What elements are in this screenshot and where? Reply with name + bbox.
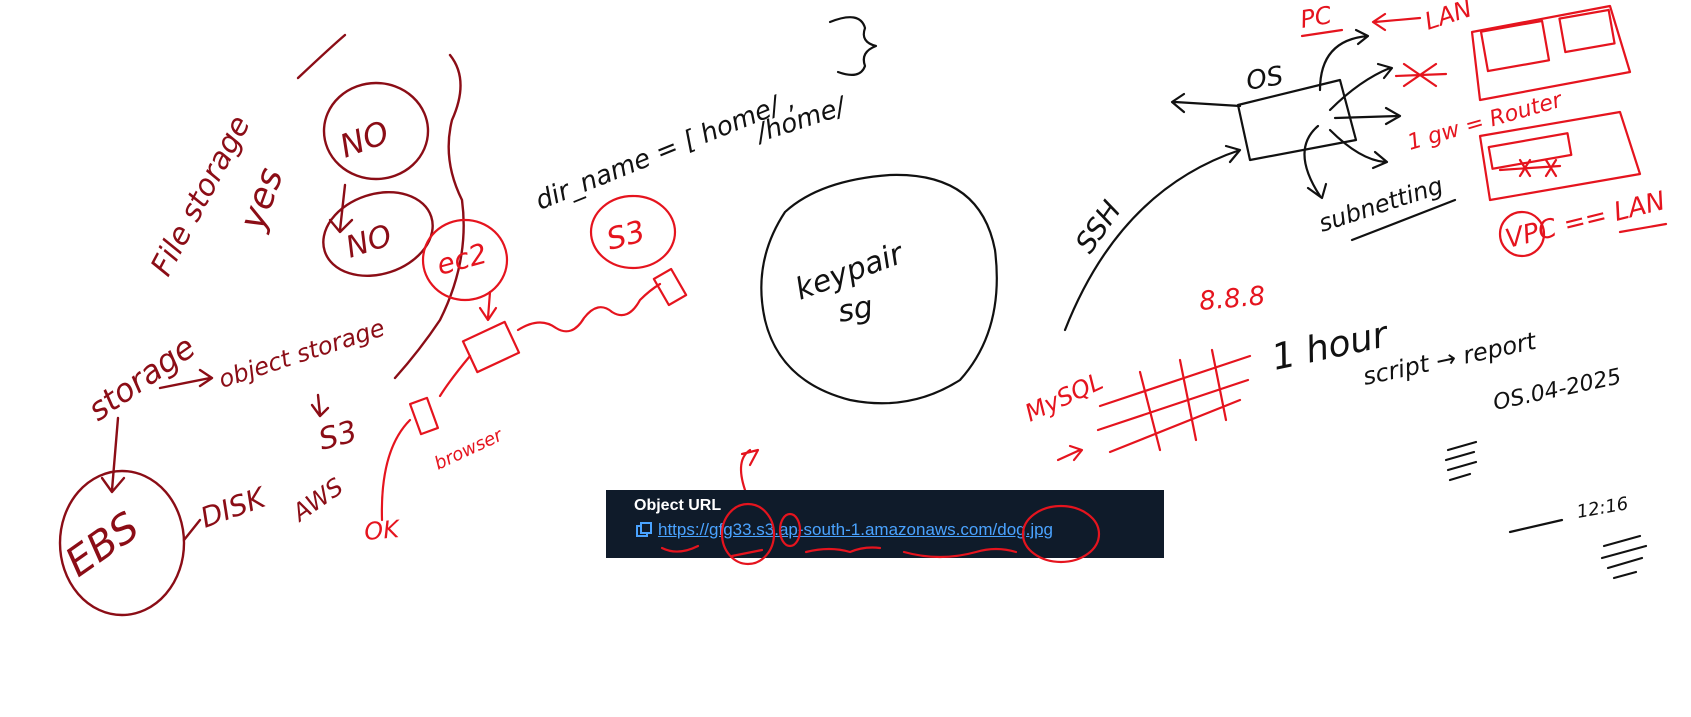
- note-ebs: EBS: [57, 504, 147, 586]
- note-no-1: NO: [335, 113, 394, 166]
- note-dir-name: dir_name = [ home/ ,: [531, 85, 799, 217]
- note-ip: 8.8.8: [1198, 281, 1267, 317]
- note-s3-circle: S3: [603, 214, 649, 258]
- arrow-ebs-disk: [182, 518, 202, 542]
- lan-box-inner-2: [1558, 8, 1616, 54]
- time-line: [1508, 518, 1564, 534]
- brace-close: [828, 16, 878, 77]
- os-arrow-3: [1333, 106, 1402, 126]
- brace-left: [296, 33, 347, 80]
- stack-lines-1: [1444, 440, 1478, 482]
- x-mark: [1394, 62, 1448, 88]
- os-arrow-4: [1328, 128, 1389, 170]
- object-url-panel: Object URL https://gfg33.s3.ap-south-1.a…: [606, 490, 1164, 558]
- note-pc: PC: [1298, 1, 1334, 34]
- note-ok: OK: [363, 515, 402, 546]
- note-ec2: ec2: [433, 237, 490, 282]
- note-router: 1 gw = Router: [1405, 87, 1567, 155]
- stack-lines-2: [1600, 534, 1648, 580]
- os-arrow-2: [1328, 62, 1394, 112]
- note-os-date: OS.04-2025: [1491, 364, 1624, 416]
- note-yes: yes: [232, 163, 292, 236]
- browser-box: [408, 396, 440, 436]
- object-url-title: Object URL: [634, 497, 722, 514]
- lan-to-pc-arrow: [1371, 12, 1422, 32]
- copy-icon[interactable]: [634, 520, 654, 540]
- arrow-storage-ebs: [100, 416, 126, 494]
- dir-keypair-notes: dir_name = [ home/ , /home/ keypair sg: [531, 16, 998, 405]
- object-url-link[interactable]: https://gfg33.s3.ap-south-1.amazonaws.co…: [658, 520, 1053, 540]
- note-script-report: script → report: [1360, 327, 1540, 391]
- link-ec2-browser: [438, 354, 472, 398]
- note-mysql: MySQL: [1021, 367, 1108, 427]
- lan-box: [1470, 4, 1632, 102]
- note-browser: browser: [431, 424, 507, 474]
- mysql-arrow: [1056, 444, 1084, 462]
- os-arrow-5: [1303, 124, 1328, 200]
- note-ssh: SSH: [1069, 195, 1128, 259]
- s3-box: [652, 267, 688, 307]
- note-lan-top: LAN: [1421, 0, 1475, 36]
- wave-to-s3: [516, 282, 662, 333]
- arrow-to-s3: [310, 393, 330, 418]
- arrow-browser-ok: [380, 418, 412, 522]
- note-os: OS: [1244, 61, 1286, 97]
- note-no-2: NO: [342, 218, 397, 266]
- note-aws: AWS: [286, 472, 349, 528]
- object-url-row: https://gfg33.s3.ap-south-1.amazonaws.co…: [634, 520, 1164, 540]
- storage-notes: File storage yes NO NO storage object st…: [57, 33, 465, 617]
- note-s3-left: S3: [315, 414, 361, 458]
- note-object-storage: object storage: [215, 314, 388, 394]
- url-arrow-up: [739, 448, 760, 492]
- os-arrow-1: [1318, 28, 1370, 92]
- mysql-table: [1096, 348, 1252, 454]
- router-inner-1: [1487, 132, 1573, 170]
- note-disk: DISK: [196, 480, 272, 534]
- ec2-box: [461, 320, 521, 374]
- brace-right: [393, 53, 465, 380]
- note-time: 12:16: [1575, 493, 1630, 523]
- note-storage: storage: [81, 328, 202, 429]
- note-vpc-lan: VPC == LAN: [1502, 186, 1668, 255]
- whiteboard-canvas: File storage yes NO NO storage object st…: [57, 0, 1668, 617]
- note-sg: sg: [835, 289, 875, 329]
- os-arrow-left: [1170, 92, 1242, 114]
